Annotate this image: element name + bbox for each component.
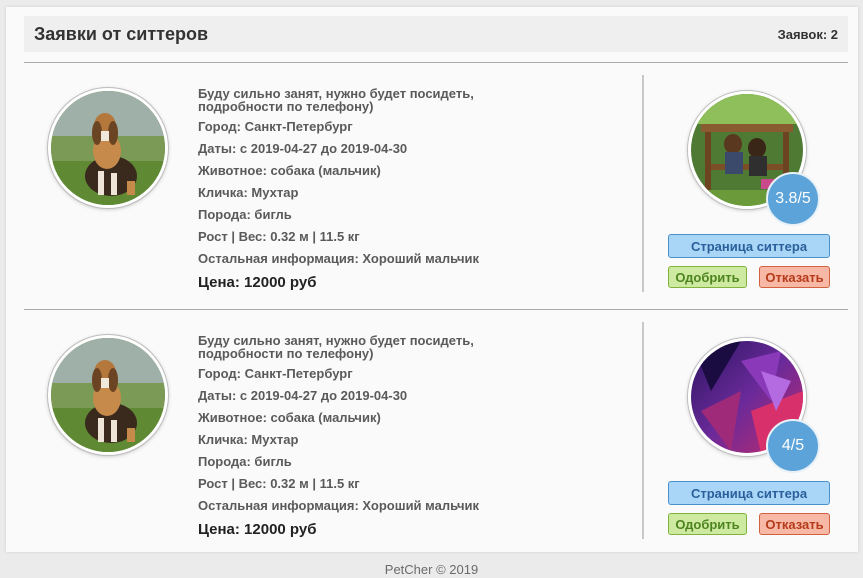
request-city: Город: Санкт-Петербург [198, 119, 353, 134]
request-description: Буду сильно занят, нужно будет посидеть,… [198, 86, 474, 114]
request-info: Буду сильно занят, нужно будет посидеть,… [198, 334, 498, 538]
request-dates: Даты: с 2019-04-27 до 2019-04-30 [198, 388, 408, 403]
request-price: Цена: 12000 руб [198, 274, 317, 291]
request-nickname: Кличка: Мухтар [198, 185, 299, 200]
request-breed: Порода: бигль [198, 207, 292, 222]
request-nickname: Кличка: Мухтар [198, 432, 299, 447]
reject-button[interactable]: Отказать [759, 266, 830, 288]
request-info: Буду сильно занят, нужно будет посидеть,… [198, 87, 498, 291]
column-divider [642, 75, 644, 292]
request-size: Рост | Вес: 0.32 м | 11.5 кг [198, 476, 360, 491]
footer-copyright: PetCher © 2019 [384, 562, 479, 577]
requests-panel: Заявки от ситтеров Заявок: 2 Буду сильно… [6, 7, 858, 552]
request-animal: Животное: собака (мальчик) [198, 163, 381, 178]
request-dates: Даты: с 2019-04-27 до 2019-04-30 [198, 141, 408, 156]
request-other: Остальная информация: Хороший мальчик [198, 498, 479, 513]
request-description: Буду сильно занят, нужно будет посидеть,… [198, 333, 474, 361]
request-animal: Животное: собака (мальчик) [198, 410, 381, 425]
sitter-rating-badge: 4/5 [766, 419, 820, 473]
request-other: Остальная информация: Хороший мальчик [198, 251, 479, 266]
approve-button[interactable]: Одобрить [668, 266, 747, 288]
panel-header: Заявки от ситтеров Заявок: 2 [24, 16, 848, 52]
sitter-page-button[interactable]: Страница ситтера [668, 234, 830, 258]
request-city: Город: Санкт-Петербург [198, 366, 353, 381]
request-price: Цена: 12000 руб [198, 521, 317, 538]
column-divider [642, 322, 644, 539]
approve-button[interactable]: Одобрить [668, 513, 747, 535]
request-size: Рост | Вес: 0.32 м | 11.5 кг [198, 229, 360, 244]
pet-photo [48, 335, 168, 455]
page-title: Заявки от ситтеров [34, 23, 209, 44]
request-card: Буду сильно занят, нужно будет посидеть,… [24, 309, 848, 556]
request-card: Буду сильно занят, нужно будет посидеть,… [24, 62, 848, 309]
requests-count: Заявок: 2 [777, 26, 838, 42]
reject-button[interactable]: Отказать [759, 513, 830, 535]
pet-photo [48, 88, 168, 208]
sitter-rating-badge: 3.8/5 [766, 172, 820, 226]
request-breed: Порода: бигль [198, 454, 292, 469]
sitter-page-button[interactable]: Страница ситтера [668, 481, 830, 505]
